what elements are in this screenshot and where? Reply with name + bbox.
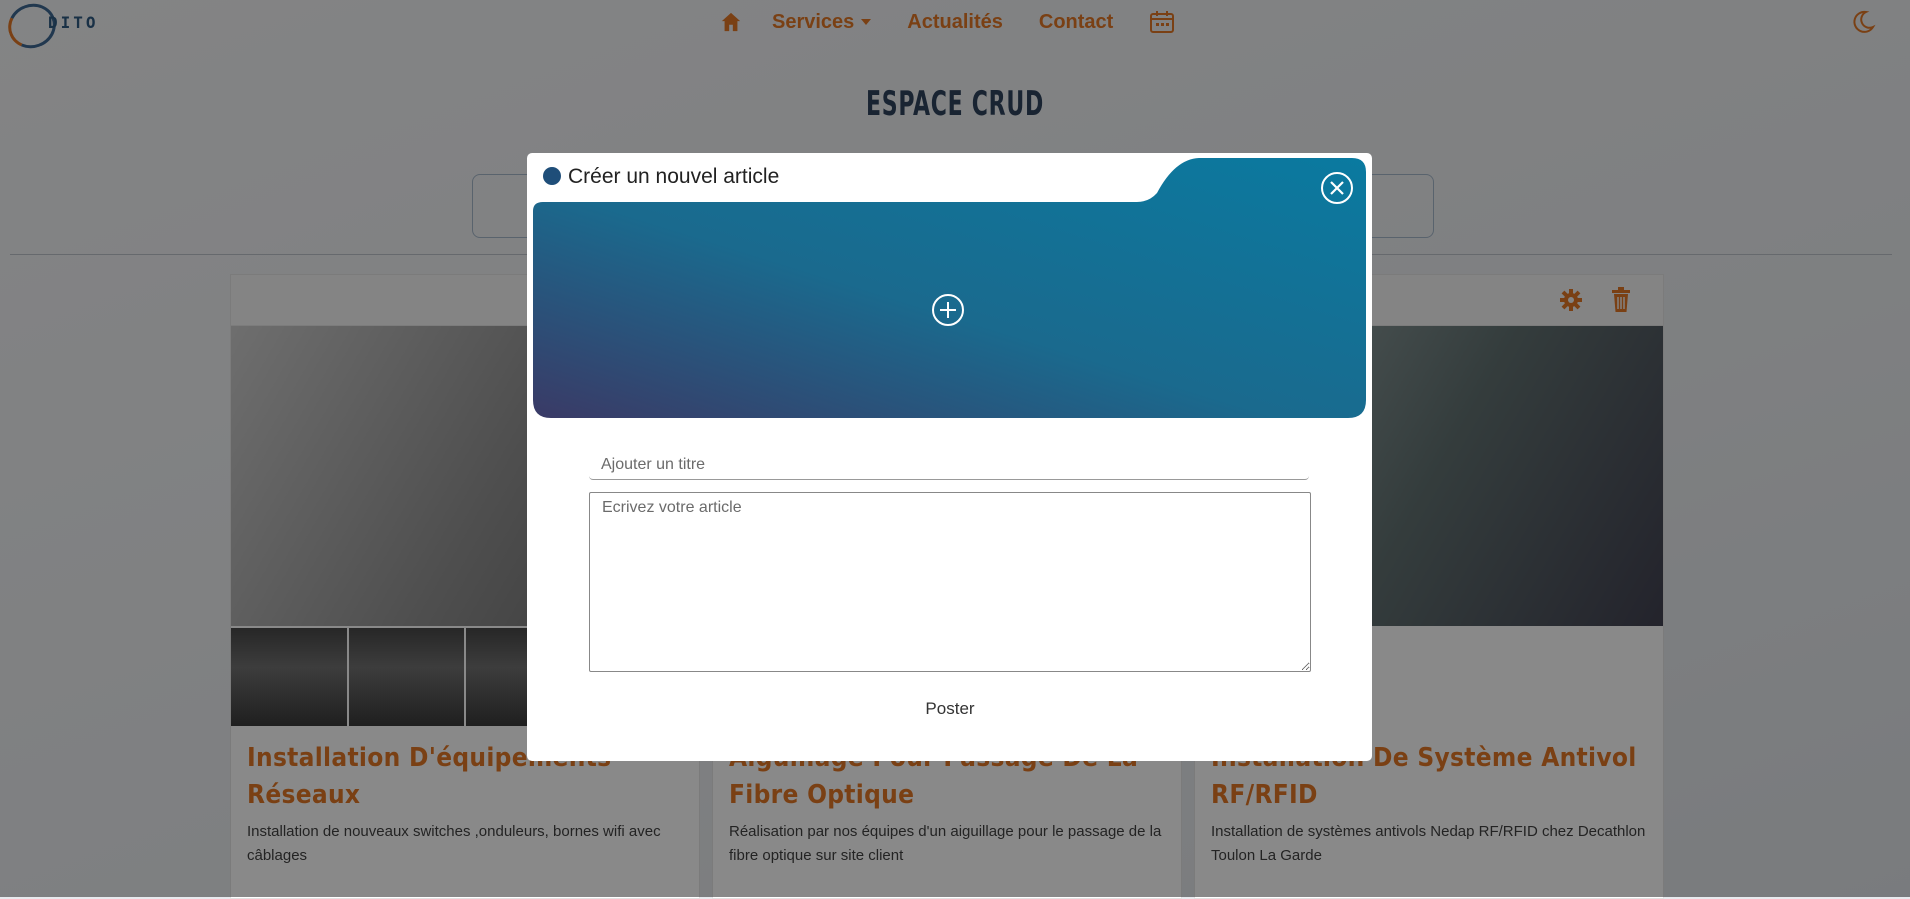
modal-dot	[543, 167, 561, 185]
plus-circle-icon[interactable]	[931, 293, 965, 327]
image-upload-area[interactable]	[527, 153, 1372, 423]
create-article-modal: Créer un nouvel article Poster	[527, 153, 1372, 761]
article-title-input[interactable]	[589, 450, 1309, 480]
post-button[interactable]: Poster	[896, 693, 1004, 725]
close-icon[interactable]	[1320, 171, 1354, 205]
modal-title: Créer un nouvel article	[568, 165, 780, 188]
article-body-textarea[interactable]	[589, 492, 1311, 672]
